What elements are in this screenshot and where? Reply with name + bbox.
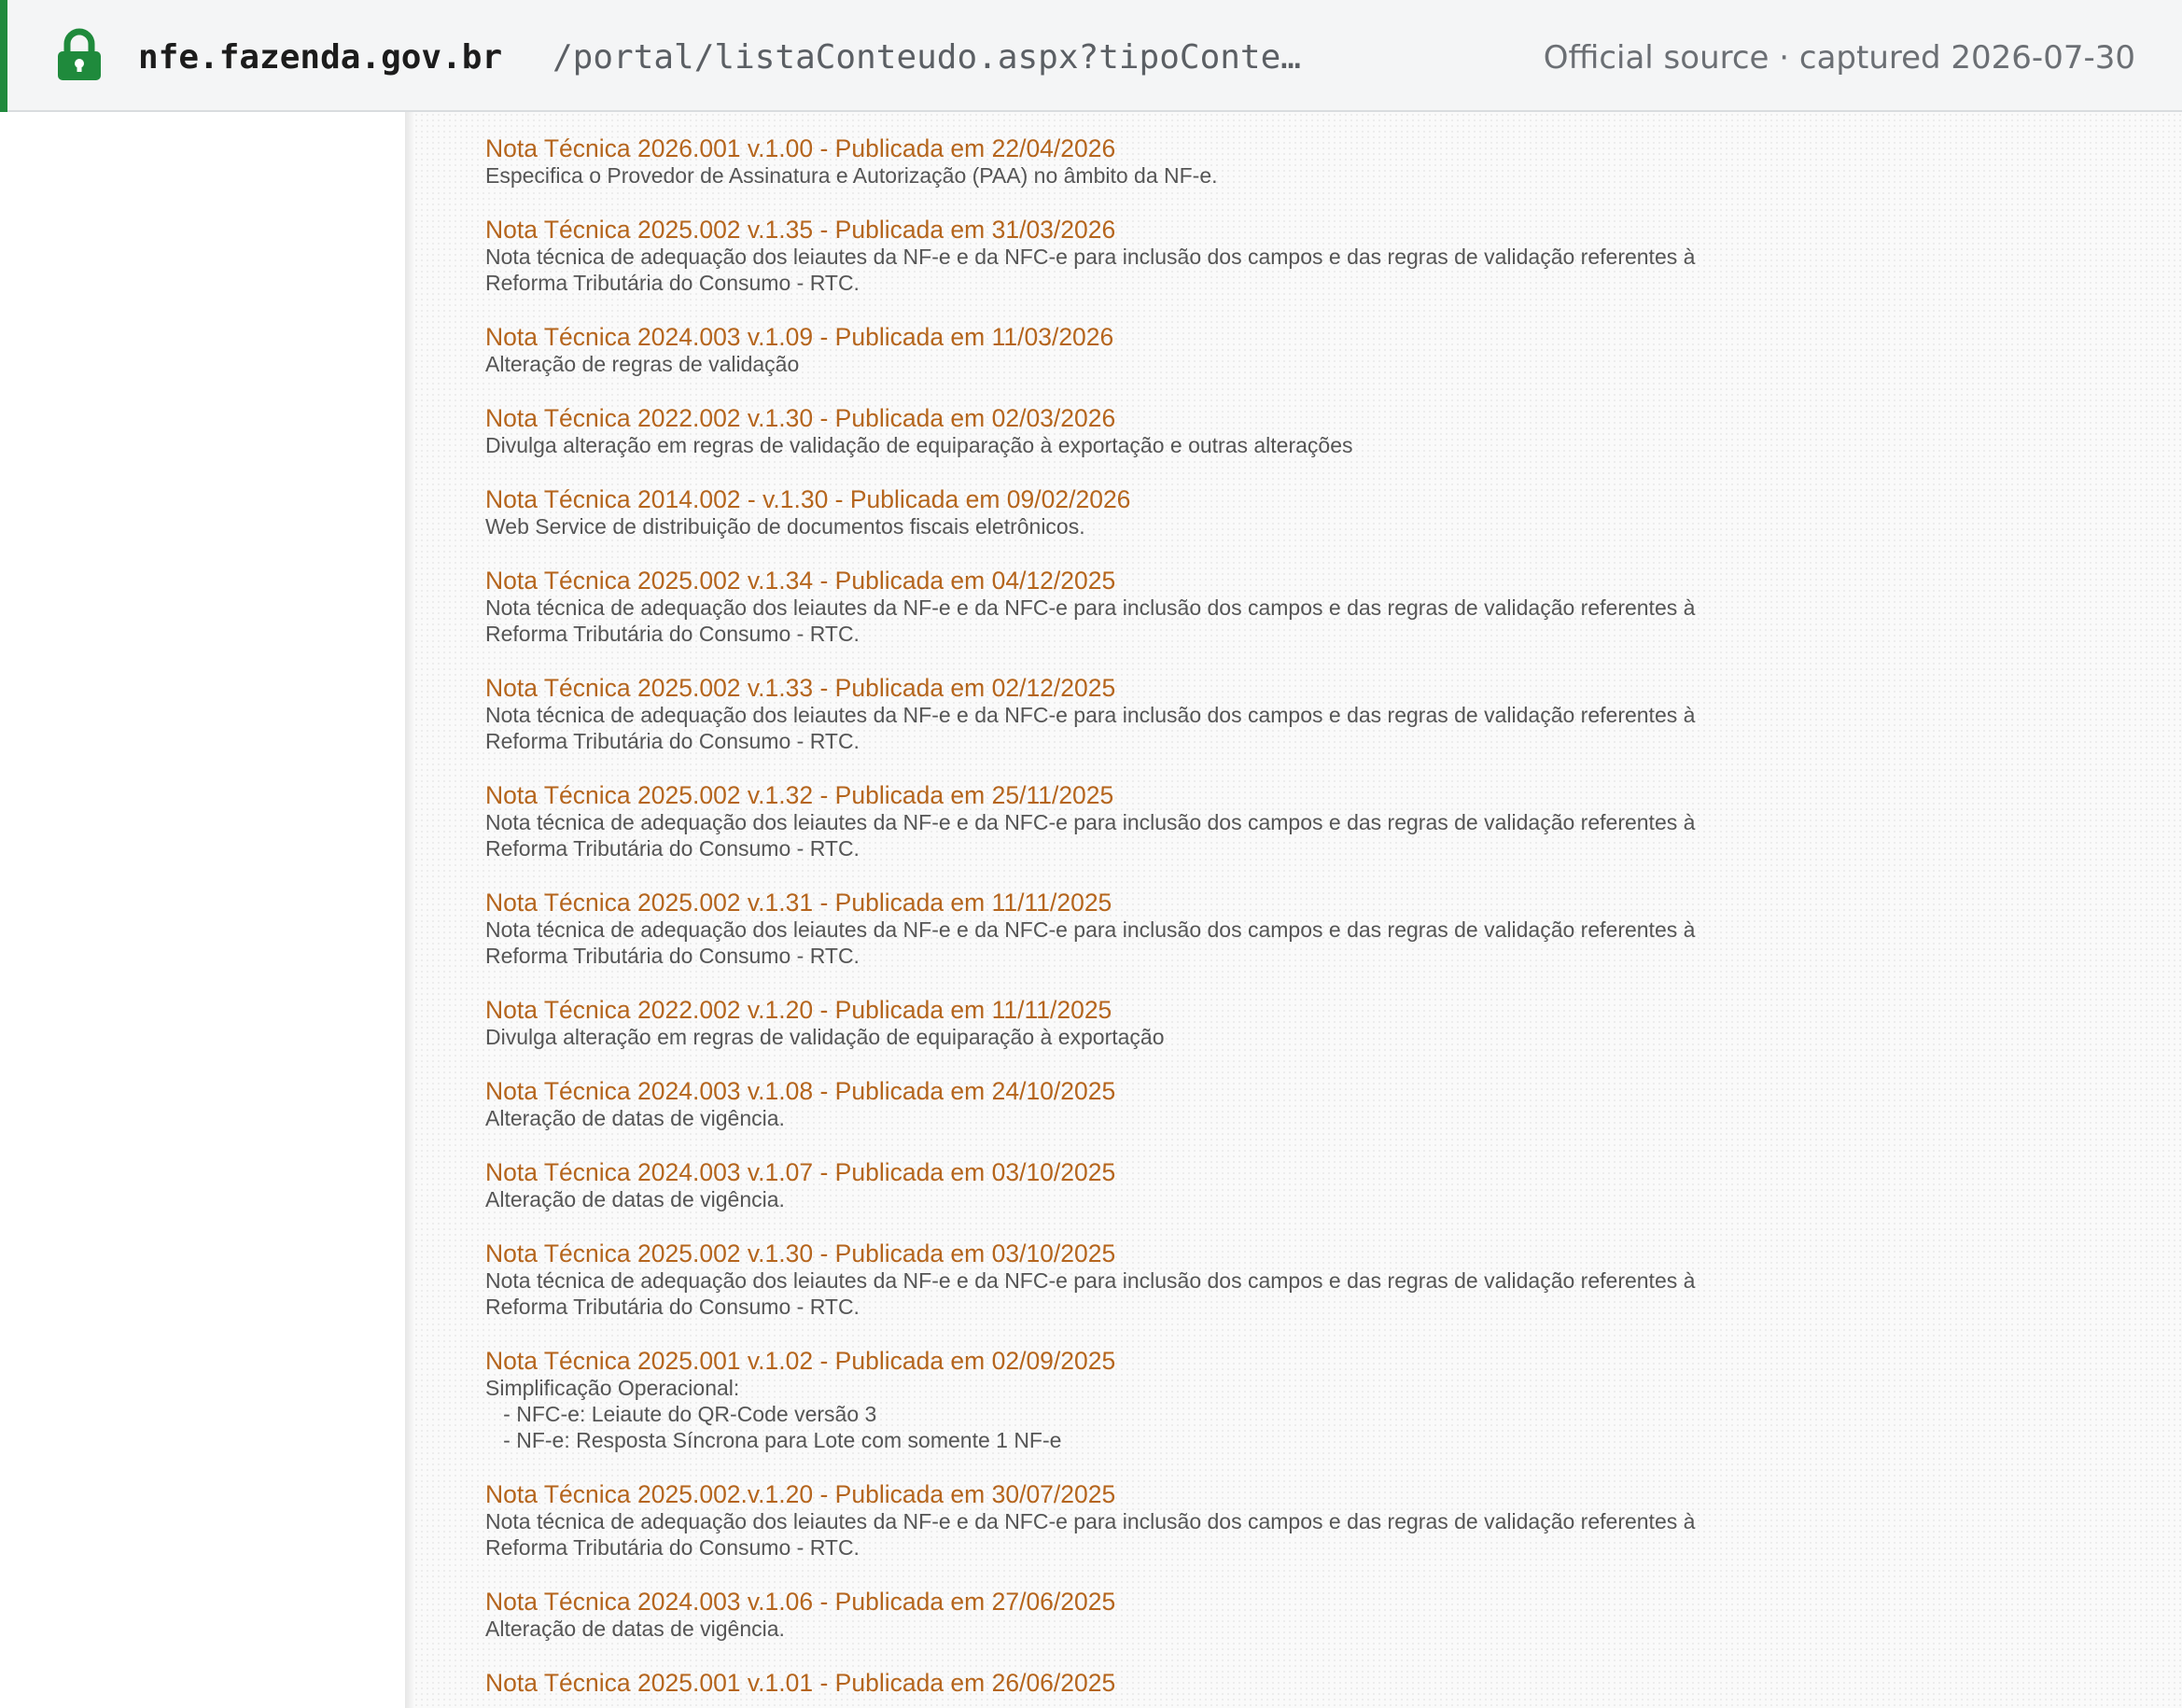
list-item: Nota Técnica 2024.003 v.1.07 - Publicada… [485, 1158, 1885, 1212]
note-title-link[interactable]: Nota Técnica 2024.003 v.1.09 - Publicada… [485, 323, 1885, 351]
list-item: Nota Técnica 2024.003 v.1.09 - Publicada… [485, 323, 1885, 377]
note-description: Nota técnica de adequação dos leiautes d… [485, 1509, 1696, 1560]
address-bar-accent [0, 0, 7, 112]
note-title-link[interactable]: Nota Técnica 2025.001 v.1.01 - Publicada… [485, 1669, 1885, 1697]
note-description: Nota técnica de adequação dos leiautes d… [485, 595, 1696, 646]
list-item: Nota Técnica 2026.001 v.1.00 - Publicada… [485, 134, 1885, 189]
note-title-link[interactable]: Nota Técnica 2026.001 v.1.00 - Publicada… [485, 134, 1885, 162]
list-item: Nota Técnica 2024.003 v.1.06 - Publicada… [485, 1588, 1885, 1642]
list-item: Nota Técnica 2025.002 v.1.32 - Publicada… [485, 781, 1885, 861]
note-description: Divulga alteração em regras de validação… [485, 1025, 1165, 1049]
technical-notes-list: Nota Técnica 2026.001 v.1.00 - Publicada… [485, 134, 1885, 1708]
list-item: Nota Técnica 2014.002 - v.1.30 - Publica… [485, 485, 1885, 539]
lock-icon [54, 28, 105, 82]
list-item: Nota Técnica 2025.002 v.1.33 - Publicada… [485, 674, 1885, 754]
note-description: Especifica o Provedor de Assinatura e Au… [485, 163, 1218, 188]
note-title-link[interactable]: Nota Técnica 2014.002 - v.1.30 - Publica… [485, 485, 1885, 513]
list-item: Nota Técnica 2025.002 v.1.35 - Publicada… [485, 216, 1885, 296]
note-description: Alteração de datas de vigência. [485, 1187, 785, 1211]
note-description: Alteração de datas de vigência. [485, 1617, 785, 1641]
list-item: Nota Técnica 2025.001 v.1.02 - Publicada… [485, 1347, 1885, 1453]
note-title-link[interactable]: Nota Técnica 2022.002 v.1.30 - Publicada… [485, 404, 1885, 432]
note-title-link[interactable]: Nota Técnica 2022.002 v.1.20 - Publicada… [485, 996, 1885, 1024]
note-title-link[interactable]: Nota Técnica 2025.001 v.1.02 - Publicada… [485, 1347, 1885, 1375]
note-description: Web Service de distribuição de documento… [485, 514, 1085, 539]
note-description: Nota técnica de adequação dos leiautes d… [485, 810, 1696, 861]
note-title-link[interactable]: Nota Técnica 2025.002 v.1.30 - Publicada… [485, 1239, 1885, 1267]
list-item: Nota Técnica 2024.003 v.1.08 - Publicada… [485, 1077, 1885, 1131]
list-item: Nota Técnica 2025.001 v.1.01 - Publicada… [485, 1669, 1885, 1697]
note-description: Divulga alteração em regras de validação… [485, 433, 1353, 457]
note-description: Alteração de datas de vigência. [485, 1106, 785, 1130]
list-item: Nota Técnica 2025.002.v.1.20 - Publicada… [485, 1480, 1885, 1561]
note-title-link[interactable]: Nota Técnica 2025.002 v.1.32 - Publicada… [485, 781, 1885, 809]
address-bar: nfe.fazenda.gov.br /portal/listaConteudo… [0, 0, 2182, 112]
note-title-link[interactable]: Nota Técnica 2025.002 v.1.34 - Publicada… [485, 567, 1885, 595]
list-item: Nota Técnica 2025.002 v.1.31 - Publicada… [485, 889, 1885, 969]
note-title-link[interactable]: Nota Técnica 2024.003 v.1.07 - Publicada… [485, 1158, 1885, 1186]
list-item: Nota Técnica 2025.002 v.1.30 - Publicada… [485, 1239, 1885, 1320]
note-description: Simplificação Operacional: - NFC-e: Leia… [485, 1376, 1062, 1452]
note-title-link[interactable]: Nota Técnica 2025.002 v.1.35 - Publicada… [485, 216, 1885, 244]
content-left-shadow [405, 112, 413, 1708]
page-content: Nota Técnica 2026.001 v.1.00 - Publicada… [413, 112, 2182, 1708]
note-title-link[interactable]: Nota Técnica 2024.003 v.1.06 - Publicada… [485, 1588, 1885, 1616]
address-path[interactable]: /portal/listaConteudo.aspx?tipoConte… [552, 32, 1301, 84]
list-item: Nota Técnica 2022.002 v.1.20 - Publicada… [485, 996, 1885, 1050]
note-title-link[interactable]: Nota Técnica 2025.002.v.1.20 - Publicada… [485, 1480, 1885, 1508]
note-description: Alteração de regras de validação [485, 352, 800, 376]
note-title-link[interactable]: Nota Técnica 2025.002 v.1.31 - Publicada… [485, 889, 1885, 917]
note-description: Nota técnica de adequação dos leiautes d… [485, 703, 1696, 753]
list-item: Nota Técnica 2022.002 v.1.30 - Publicada… [485, 404, 1885, 458]
address-domain[interactable]: nfe.fazenda.gov.br [138, 32, 502, 84]
note-description: Nota técnica de adequação dos leiautes d… [485, 1268, 1696, 1319]
note-description: Nota técnica de adequação dos leiautes d… [485, 245, 1696, 295]
note-title-link[interactable]: Nota Técnica 2025.002 v.1.33 - Publicada… [485, 674, 1885, 702]
note-description: Nota técnica de adequação dos leiautes d… [485, 917, 1696, 968]
capture-source-label: Official source · captured 2026-07-30 [1543, 39, 2135, 77]
list-item: Nota Técnica 2025.002 v.1.34 - Publicada… [485, 567, 1885, 647]
note-title-link[interactable]: Nota Técnica 2024.003 v.1.08 - Publicada… [485, 1077, 1885, 1105]
